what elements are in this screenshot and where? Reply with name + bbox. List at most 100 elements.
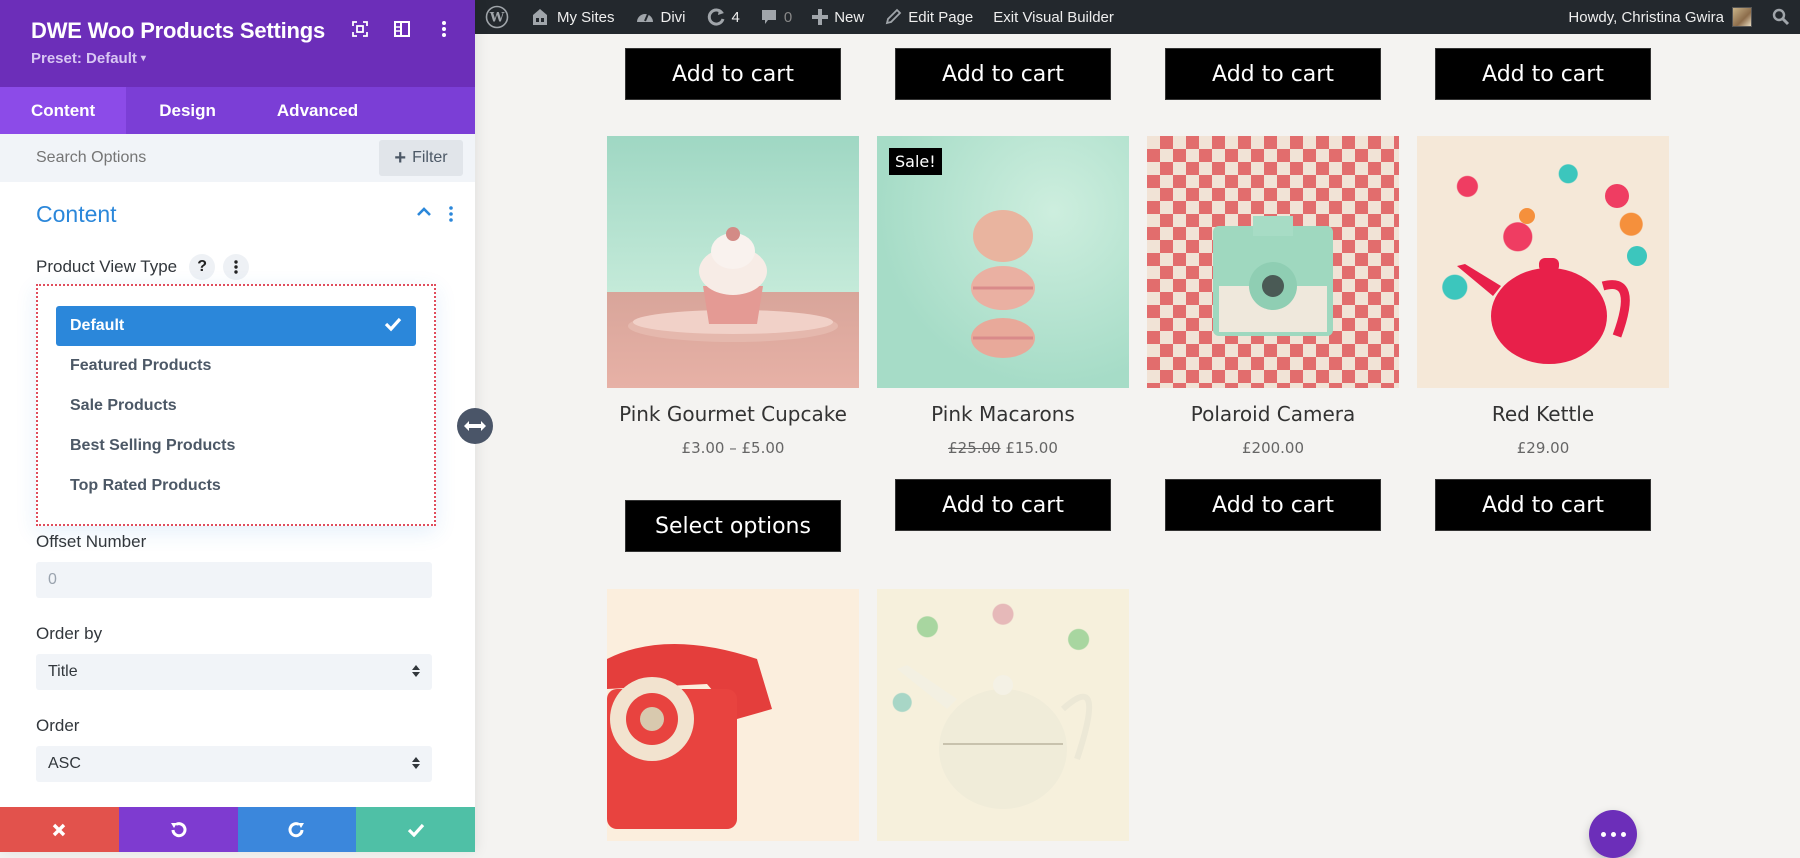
wordpress-logo-button[interactable]: W <box>475 0 519 34</box>
add-to-cart-button[interactable]: Add to cart <box>1165 479 1381 531</box>
product-card <box>877 589 1129 841</box>
add-to-cart-button[interactable]: Add to cart <box>1435 48 1651 100</box>
order-label: Order <box>36 716 80 735</box>
admin-search-button[interactable] <box>1762 0 1800 34</box>
cupcake-illustration <box>628 227 838 342</box>
option-sale-products[interactable]: Sale Products <box>56 386 416 426</box>
redo-button[interactable] <box>237 807 357 852</box>
new-label: New <box>834 8 865 26</box>
undo-button[interactable] <box>118 807 238 852</box>
product-image-camera[interactable] <box>1147 136 1399 388</box>
field-more-icon[interactable] <box>223 254 250 280</box>
redo-icon <box>288 821 304 837</box>
offset-number-label: Offset Number <box>36 532 147 551</box>
product-name[interactable]: Pink Macarons <box>877 404 1129 425</box>
exit-visual-builder-label: Exit Visual Builder <box>993 8 1114 26</box>
option-top-rated-products[interactable]: Top Rated Products <box>56 466 416 506</box>
filter-label: Filter <box>412 149 448 166</box>
order-by-label: Order by <box>36 624 103 643</box>
preset-label: Preset: Default <box>31 50 137 67</box>
help-icon[interactable]: ? <box>189 254 216 280</box>
comment-icon <box>760 8 778 26</box>
save-button[interactable] <box>356 807 475 852</box>
new-content-menu[interactable]: New <box>802 0 874 34</box>
dot-icon <box>1610 831 1616 837</box>
module-settings-panel: DWE Woo Products Settings Preset: Defaul… <box>0 0 475 852</box>
svg-text:W: W <box>489 11 505 26</box>
product-image-kettle[interactable] <box>1417 136 1669 388</box>
search-options-bar: + Filter <box>0 134 475 182</box>
select-arrows-icon <box>412 756 420 775</box>
product-name[interactable]: Red Kettle <box>1417 404 1669 425</box>
dot-icon <box>1600 831 1606 837</box>
add-to-cart-button[interactable]: Add to cart <box>1435 479 1651 531</box>
panel-header: DWE Woo Products Settings Preset: Defaul… <box>0 0 475 87</box>
undo-icon <box>171 821 187 837</box>
option-default[interactable]: Default <box>56 306 416 346</box>
edit-page-label: Edit Page <box>908 8 974 26</box>
plus-icon <box>812 9 829 25</box>
caret-down-icon: ▾ <box>140 53 146 64</box>
refresh-icon <box>706 7 726 27</box>
product-name[interactable]: Polaroid Camera <box>1147 404 1399 425</box>
product-image-teapot[interactable] <box>877 589 1129 841</box>
focus-mode-button[interactable] <box>351 18 369 40</box>
filter-button[interactable]: + Filter <box>379 140 463 176</box>
dashboard-gauge-icon <box>635 8 655 26</box>
product-price: £25.00 £15.00 <box>877 439 1129 457</box>
panel-resize-handle[interactable] <box>457 408 493 444</box>
split-view-button[interactable] <box>393 18 411 40</box>
product-image-cupcake[interactable] <box>607 136 859 388</box>
checkmark-icon <box>384 316 402 337</box>
avatar <box>1732 7 1752 27</box>
section-title: Content <box>36 200 117 227</box>
comments-count: 0 <box>783 8 793 26</box>
search-icon <box>1772 8 1790 26</box>
add-to-cart-button[interactable]: Add to cart <box>895 48 1111 100</box>
tab-advanced[interactable]: Advanced <box>246 87 389 134</box>
product-image-telephone[interactable] <box>607 589 859 841</box>
original-price: £25.00 <box>948 439 1001 457</box>
add-to-cart-button[interactable]: Add to cart <box>895 479 1111 531</box>
content-section-header[interactable]: Content <box>0 182 475 246</box>
comments-button[interactable]: 0 <box>750 0 802 34</box>
preset-selector[interactable]: Preset: Default ▾ <box>31 50 146 67</box>
panel-tabs: Content Design Advanced <box>0 87 475 134</box>
product-view-type-label-row: Product View Type ? <box>0 250 475 284</box>
updates-button[interactable]: 4 <box>696 0 750 34</box>
product-card: Pink Gourmet Cupcake £3.00 – £5.00 <box>607 136 859 457</box>
exit-visual-builder-link[interactable]: Exit Visual Builder <box>983 0 1124 34</box>
chevron-up-icon[interactable] <box>417 204 431 222</box>
section-more-icon[interactable] <box>449 206 453 227</box>
teapot-illustration <box>897 665 1093 809</box>
my-sites-label: My Sites <box>557 8 615 26</box>
search-options-input[interactable] <box>36 149 316 167</box>
page-settings-fab[interactable] <box>1589 810 1637 858</box>
divi-menu[interactable]: Divi <box>625 0 696 34</box>
tab-design[interactable]: Design <box>126 87 246 134</box>
user-account-menu[interactable]: Howdy, Christina Gwira <box>1558 0 1762 34</box>
product-name[interactable]: Pink Gourmet Cupcake <box>607 404 859 425</box>
order-by-field: Order by Title <box>36 624 432 690</box>
offset-number-input[interactable]: 0 <box>36 562 432 598</box>
sites-icon <box>529 8 551 26</box>
tab-content[interactable]: Content <box>0 87 127 134</box>
add-to-cart-button[interactable]: Add to cart <box>625 48 841 100</box>
edit-page-link[interactable]: Edit Page <box>874 0 983 34</box>
order-select[interactable]: ASC <box>36 746 432 782</box>
panel-more-button[interactable] <box>435 18 453 40</box>
split-view-icon <box>394 21 410 37</box>
product-view-type-dropdown[interactable]: Default Featured Products Sale Products … <box>36 284 436 526</box>
divi-label: Divi <box>660 8 686 26</box>
option-best-selling-products[interactable]: Best Selling Products <box>56 426 416 466</box>
order-by-select[interactable]: Title <box>36 654 432 690</box>
product-card: Polaroid Camera £200.00 <box>1147 136 1399 457</box>
panel-footer <box>0 807 475 852</box>
select-options-button[interactable]: Select options <box>625 500 841 552</box>
my-sites-menu[interactable]: My Sites <box>519 0 625 34</box>
telephone-illustration <box>607 644 772 829</box>
option-featured-products[interactable]: Featured Products <box>56 346 416 386</box>
add-to-cart-button[interactable]: Add to cart <box>1165 48 1381 100</box>
product-image-macarons[interactable]: Sale! <box>877 136 1129 388</box>
cancel-button[interactable] <box>0 807 119 852</box>
